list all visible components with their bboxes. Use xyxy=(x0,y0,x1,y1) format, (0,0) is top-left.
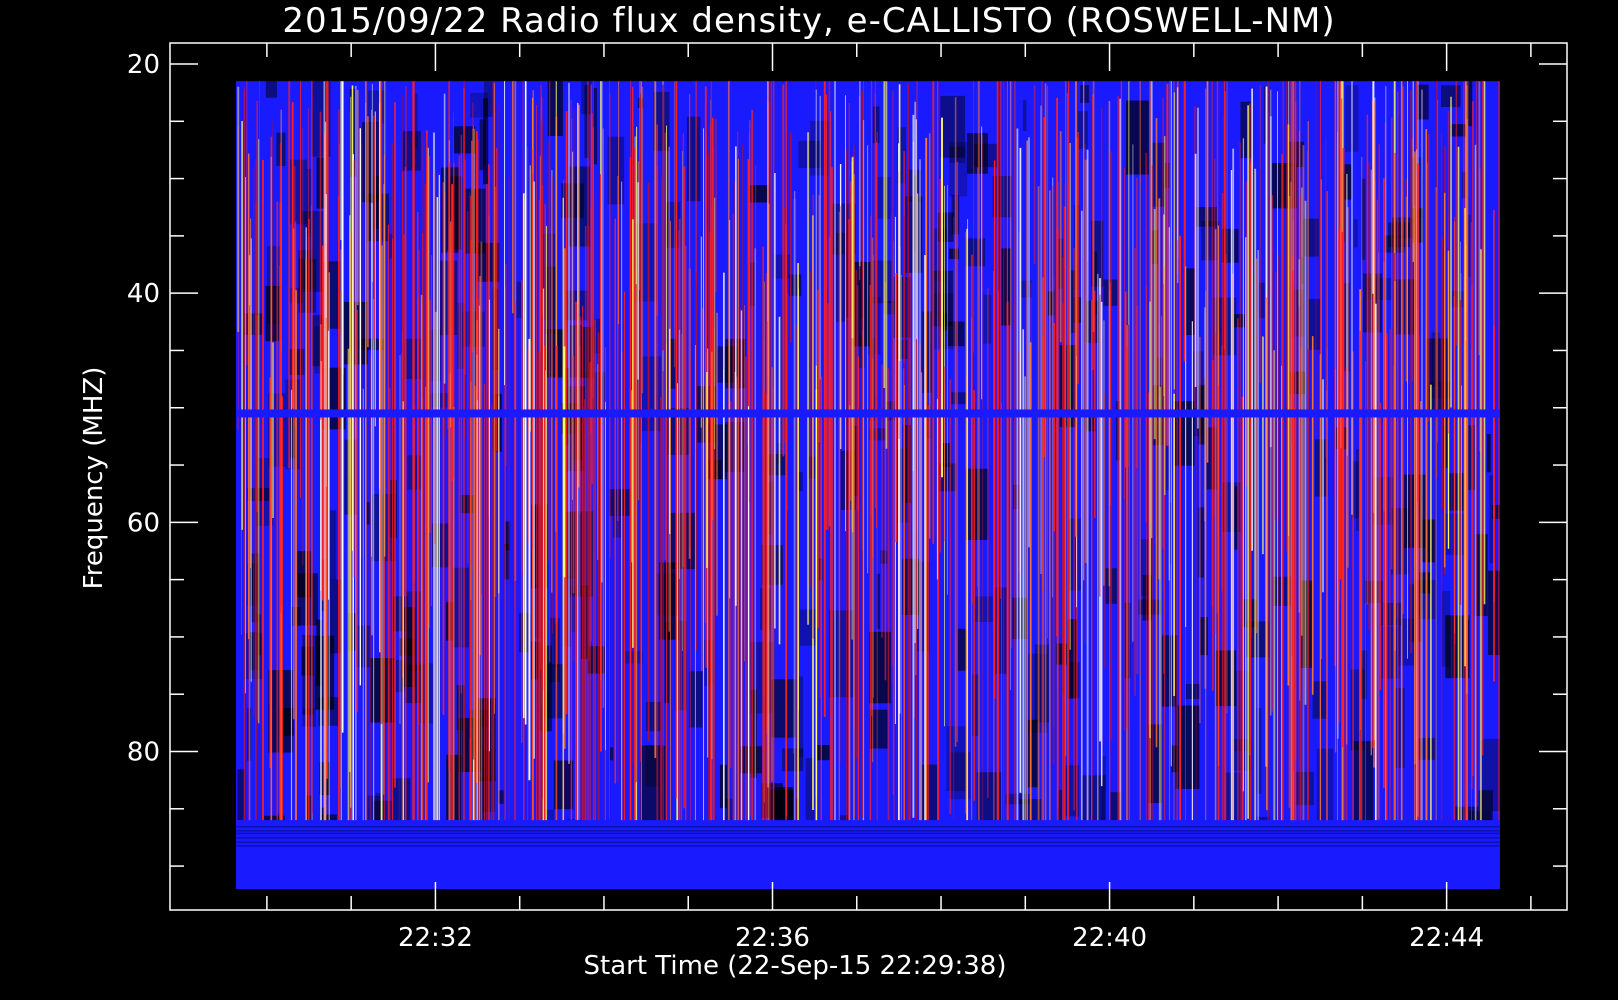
noise-patch xyxy=(612,515,622,538)
noise-patch xyxy=(1019,280,1033,298)
x-tick-label: 22:44 xyxy=(1409,923,1484,953)
noise-patch xyxy=(1441,590,1450,667)
noise-patch xyxy=(798,140,821,169)
noise-patch xyxy=(633,223,658,302)
noise-patch xyxy=(1200,617,1209,656)
noise-patch xyxy=(390,480,398,538)
noise-patch xyxy=(942,443,951,467)
x-tick-label: 22:32 xyxy=(398,923,473,953)
noise-patch xyxy=(329,510,337,580)
noise-patch xyxy=(895,339,909,359)
noise-patch xyxy=(992,175,1012,218)
noise-patch xyxy=(949,146,965,163)
noise-patch xyxy=(609,747,614,761)
noise-patch xyxy=(1344,164,1352,200)
band-stripe xyxy=(236,830,1500,832)
band-stripe xyxy=(236,845,1500,847)
spectrogram-chart: 20 40 60 80 22:32 22:36 22:40 22:44 Start Time … xyxy=(79,42,1568,981)
noise-patch xyxy=(872,106,880,144)
noise-patch xyxy=(366,502,370,525)
noise-patch xyxy=(395,659,407,693)
noise-patch xyxy=(1353,219,1358,248)
noise-patch xyxy=(965,238,986,267)
noise-patch xyxy=(1026,719,1038,788)
noise-patch xyxy=(1022,100,1027,132)
x-tick-label: 22:40 xyxy=(1072,923,1147,953)
x-tick-label: 22:36 xyxy=(735,923,810,953)
noise-patch xyxy=(1316,748,1334,821)
noise-patch xyxy=(1308,298,1321,350)
noise-patch xyxy=(641,356,662,432)
noise-patch xyxy=(815,745,830,761)
noise-patch xyxy=(974,596,993,622)
y-tick-label: 80 xyxy=(127,738,160,768)
frequency-band xyxy=(236,64,1500,82)
noise-patch xyxy=(1353,741,1374,821)
noise-patch xyxy=(1001,248,1012,326)
band-stripe xyxy=(236,832,1500,835)
noise-patch xyxy=(362,122,379,203)
noise-patch xyxy=(868,631,891,704)
noise-patch xyxy=(686,116,701,202)
noise-patch xyxy=(1080,85,1090,103)
noise-patch xyxy=(414,93,418,149)
y-tick-label: 60 xyxy=(127,508,160,538)
band-stripe xyxy=(236,841,1500,843)
noise-patch xyxy=(983,294,992,344)
frequency-band xyxy=(236,409,1500,418)
noise-patch xyxy=(1481,738,1500,812)
noise-patch xyxy=(1467,74,1473,127)
noise-patch xyxy=(766,454,786,476)
noise-patch xyxy=(366,193,390,242)
spectrogram-heatmap xyxy=(236,64,1500,889)
noise-patch xyxy=(1058,789,1062,821)
noise-patch xyxy=(1486,433,1491,473)
noise-patch xyxy=(1295,772,1314,805)
noise-patch xyxy=(608,489,630,516)
noise-patch xyxy=(516,281,523,318)
noise-patch xyxy=(773,254,791,279)
noise-patch xyxy=(1430,381,1450,399)
band-stripe xyxy=(236,825,1500,828)
x-axis-title: Start Time (22-Sep-15 22:29:38) xyxy=(584,951,1007,981)
noise-patch xyxy=(920,764,939,821)
noise-patch xyxy=(965,468,989,541)
noise-patch xyxy=(375,792,384,821)
noise-patch xyxy=(1232,670,1250,751)
noise-patch xyxy=(402,131,421,171)
band-stripe xyxy=(236,837,1500,839)
noise-patch xyxy=(593,88,598,165)
noise-patch xyxy=(1078,111,1088,149)
noise-patch xyxy=(1110,792,1122,821)
noise-patch xyxy=(1126,100,1149,175)
noise-patch xyxy=(871,260,893,304)
noise-patch xyxy=(689,671,703,728)
y-tick-label: 20 xyxy=(127,50,160,80)
noise-patch xyxy=(550,617,560,683)
y-tick-label: 40 xyxy=(127,279,160,309)
noise-patch xyxy=(771,679,796,738)
noise-patch xyxy=(1198,507,1205,578)
y-axis-title: Frequency (MHZ) xyxy=(79,367,109,590)
noise-patch xyxy=(1175,705,1200,789)
noise-patch xyxy=(665,201,681,248)
noise-patch xyxy=(656,573,676,616)
noise-patch xyxy=(1417,84,1429,120)
noise-patch xyxy=(1201,220,1220,261)
noise-patch xyxy=(479,119,486,171)
noise-patch xyxy=(933,293,954,350)
